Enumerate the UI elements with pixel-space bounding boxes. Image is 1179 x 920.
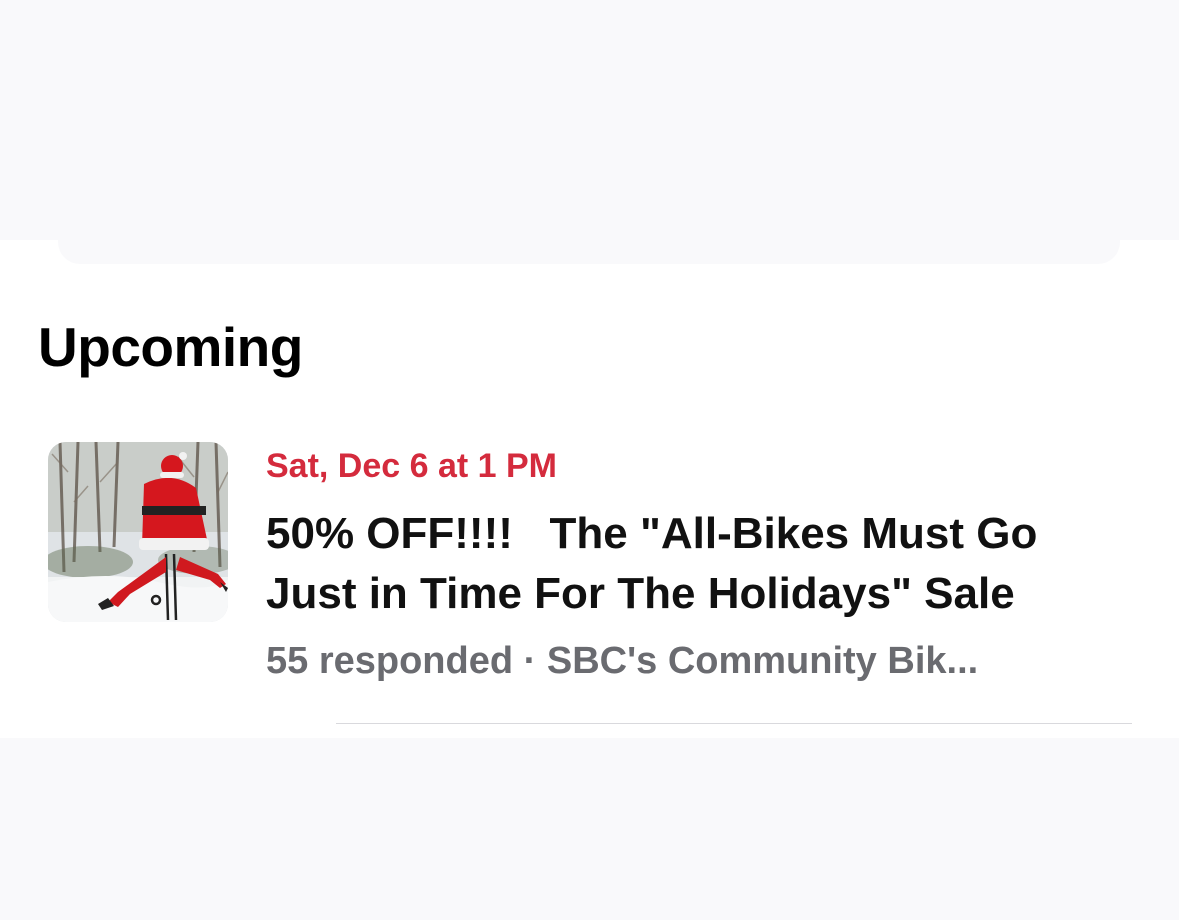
event-title-line-1: 50% OFF!!!! The "All-Bikes Must Go xyxy=(266,509,1038,558)
event-date: Sat, Dec 6 at 1 PM xyxy=(266,447,558,485)
section-title-upcoming: Upcoming xyxy=(38,316,303,378)
event-meta: 55 responded · SBC's Community Bik... xyxy=(266,638,978,684)
previous-card-bottom xyxy=(58,226,1120,264)
event-title-line-2: Just in Time For The Holidays" Sale xyxy=(266,569,1015,618)
responded-count: 55 responded xyxy=(266,640,514,682)
top-background xyxy=(0,0,1179,240)
meta-separator: · xyxy=(523,640,537,682)
event-organizer[interactable]: SBC's Community Bik... xyxy=(547,640,978,682)
event-list-item[interactable]: Sat, Dec 6 at 1 PM 50% OFF!!!! The "All-… xyxy=(48,442,1158,724)
row-divider xyxy=(336,723,1132,724)
event-thumbnail[interactable] xyxy=(48,442,228,622)
bottom-background xyxy=(0,738,1179,920)
event-title[interactable]: 50% OFF!!!! The "All-Bikes Must Go Just … xyxy=(266,504,1166,624)
